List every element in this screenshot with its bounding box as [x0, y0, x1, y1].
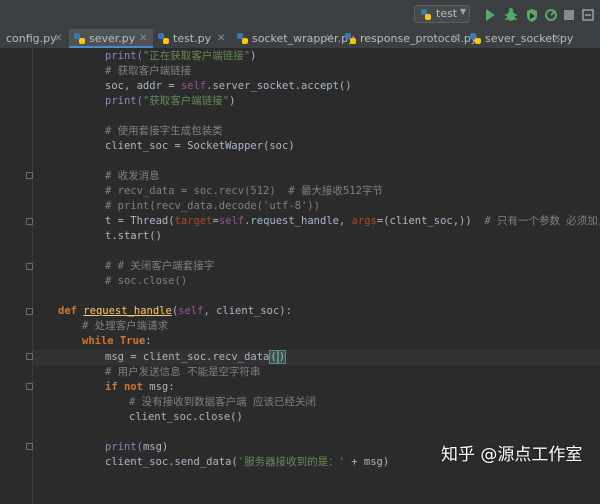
tab-sever[interactable]: sever.py ✕ — [69, 29, 153, 48]
code-line: print("获取客户端链接") — [105, 95, 236, 107]
tab-response-protocol[interactable]: response_protocol.py ✕ — [340, 29, 477, 48]
fold-marker-icon[interactable] — [26, 353, 33, 360]
python-icon — [421, 9, 431, 20]
code-line: soc, addr = self.server_socket.accept() — [105, 80, 352, 92]
code-line: # recv_data = soc.recv(512) # 最大接收512字节 — [105, 185, 383, 197]
gutter-divider — [32, 48, 33, 504]
fold-marker-icon[interactable] — [26, 308, 33, 315]
code-line: # print(recv_data.decode('utf-8')) — [105, 200, 320, 212]
code-line: t.start() — [105, 230, 162, 242]
tab-label: config.py — [6, 32, 57, 45]
profile-icon[interactable] — [543, 7, 559, 23]
editor-tabs: config.py ✕ sever.py ✕ test.py ✕ socket_… — [0, 29, 600, 49]
code-line: # soc.close() — [105, 275, 188, 287]
debug-icon[interactable] — [503, 7, 519, 23]
run-configuration-label: test — [436, 7, 458, 20]
fold-marker-icon[interactable] — [26, 172, 33, 179]
code-line: # 获取客户端链接 — [105, 65, 192, 77]
tab-socket-wrapper[interactable]: socket_wrapper.py ✕ — [232, 29, 355, 48]
run-icon[interactable] — [482, 7, 498, 23]
fold-marker-icon[interactable] — [26, 218, 33, 225]
tab-label: response_protocol.py — [360, 32, 478, 45]
code-line: client_soc.send_data('服务器接收到的是：' + msg) — [105, 456, 390, 468]
code-line: # 处理客户端请求 — [82, 320, 169, 332]
tab-config[interactable]: config.py ✕ — [0, 29, 69, 48]
tab-sever-socket[interactable]: sever_socket.py ✕ — [465, 29, 573, 48]
code-line: if not msg: — [105, 381, 175, 393]
close-icon[interactable]: ✕ — [54, 29, 62, 48]
code-line: # 使用套接字生成包装类 — [105, 125, 223, 137]
close-icon[interactable]: ✕ — [325, 29, 333, 48]
code-line: while True: — [82, 335, 152, 347]
code-line: t = Thread(target=self.request_handle, a… — [105, 215, 600, 227]
coverage-icon[interactable] — [524, 7, 540, 23]
toolbar: test ▼ — [0, 0, 600, 29]
code-line: msg = client_soc.recv_data() — [105, 350, 287, 364]
settings-icon[interactable] — [580, 7, 596, 23]
run-configuration-select[interactable]: test ▼ — [414, 5, 470, 23]
python-file-icon — [470, 33, 481, 44]
watermark: 知乎 @源点工作室 — [441, 445, 583, 465]
python-file-icon — [345, 33, 356, 44]
code-line: print("正在获取客户端链接") — [105, 50, 257, 62]
tab-label: test.py — [173, 32, 212, 45]
fold-marker-icon[interactable] — [26, 383, 33, 390]
python-file-icon — [237, 33, 248, 44]
chevron-down-icon: ▼ — [460, 7, 467, 16]
close-icon[interactable]: ✕ — [139, 29, 147, 48]
tab-test[interactable]: test.py ✕ — [153, 29, 232, 48]
close-icon[interactable]: ✕ — [553, 29, 561, 48]
python-file-icon — [74, 33, 85, 44]
close-icon[interactable]: ✕ — [217, 29, 225, 48]
fold-marker-icon[interactable] — [26, 263, 33, 270]
code-line: client_soc.close() — [129, 411, 243, 423]
code-editor[interactable]: print("正在获取客户端链接") # 获取客户端链接 soc, addr =… — [0, 48, 600, 504]
code-line: # 没有接收到数据客户端 应该已经关闭 — [129, 396, 316, 408]
code-line: # 收发消息 — [105, 170, 160, 182]
tab-label: sever.py — [89, 32, 136, 45]
code-line: # # 关闭客户端套接字 — [105, 260, 215, 272]
close-icon[interactable]: ✕ — [451, 29, 459, 48]
stop-icon[interactable] — [561, 7, 577, 23]
python-file-icon — [158, 33, 169, 44]
code-line: print(msg) — [105, 441, 169, 453]
code-line: def request_handle(self, client_soc): — [58, 305, 292, 317]
fold-marker-icon[interactable] — [26, 443, 33, 450]
code-line: # 用户发送信息 不能是空字符串 — [105, 366, 261, 378]
code-line: client_soc = SocketWapper(soc) — [105, 140, 295, 152]
